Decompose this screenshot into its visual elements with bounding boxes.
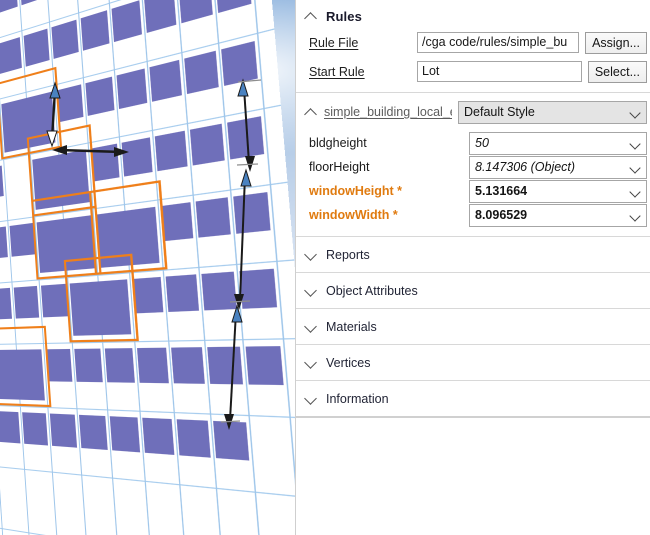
section-header-vertices[interactable]: Vertices <box>296 345 650 380</box>
start-rule-row: Start Rule Lot Select... <box>296 57 650 86</box>
section-title-object-attributes: Object Attributes <box>326 284 418 298</box>
attribute-dropdown-bldgheight[interactable]: 50 <box>469 132 647 155</box>
chevron-up-icon[interactable] <box>304 9 318 23</box>
section-title-reports: Reports <box>326 248 370 262</box>
style-dropdown-value: Default Style <box>464 105 535 119</box>
inspector-window: Rules Rule File /cga code/rules/simple_b… <box>0 0 650 535</box>
attribute-row: floorHeight 8.147306 (Object) <box>296 155 650 179</box>
chevron-down-icon <box>629 107 640 118</box>
style-dropdown[interactable]: Default Style <box>458 101 647 124</box>
select-button[interactable]: Select... <box>588 61 647 83</box>
rule-name-label[interactable]: simple_building_local_e <box>324 105 452 119</box>
section-title-materials: Materials <box>326 320 377 334</box>
building-facade[interactable] <box>0 0 295 535</box>
rule-style-row: simple_building_local_e Default Style <box>296 97 650 127</box>
chevron-down-icon <box>629 210 640 221</box>
attribute-dropdown-floorheight[interactable]: 8.147306 (Object) <box>469 156 647 179</box>
chevron-up-icon[interactable] <box>304 105 318 119</box>
rule-file-input[interactable]: /cga code/rules/simple_bu <box>417 32 579 53</box>
section-title-information: Information <box>326 392 389 406</box>
chevron-down-icon[interactable] <box>304 320 318 334</box>
attribute-row: windowWidth * 8.096529 <box>296 203 650 227</box>
attribute-value-text: 8.147306 (Object) <box>475 160 575 174</box>
3d-scene-viewport[interactable] <box>0 0 295 535</box>
start-rule-input[interactable]: Lot <box>417 61 582 82</box>
attribute-dropdown-windowheight[interactable]: 5.131664 <box>469 180 647 203</box>
section-header-information[interactable]: Information <box>296 381 650 416</box>
attribute-value-cell: 50 <box>469 132 647 155</box>
attribute-name-windowwidth: windowWidth * <box>309 208 469 222</box>
attribute-value-text: 50 <box>475 136 489 150</box>
spacer <box>296 227 650 236</box>
attribute-value-cell: 8.147306 (Object) <box>469 156 647 179</box>
section-title-vertices: Vertices <box>326 356 370 370</box>
attribute-row: bldgheight 50 <box>296 131 650 155</box>
attribute-name-floorheight: floorHeight <box>309 160 469 174</box>
attribute-name-bldgheight: bldgheight <box>309 136 469 150</box>
attribute-value-cell: 5.131664 <box>469 180 647 203</box>
inspector-panel: Rules Rule File /cga code/rules/simple_b… <box>295 0 650 535</box>
chevron-down-icon[interactable] <box>304 248 318 262</box>
section-header-object-attributes[interactable]: Object Attributes <box>296 273 650 308</box>
attribute-dropdown-windowwidth[interactable]: 8.096529 <box>469 204 647 227</box>
attribute-name-windowheight: windowHeight * <box>309 184 469 198</box>
chevron-down-icon[interactable] <box>304 356 318 370</box>
attribute-value-cell: 8.096529 <box>469 204 647 227</box>
attribute-value-text: 8.096529 <box>475 208 527 222</box>
section-header-materials[interactable]: Materials <box>296 309 650 344</box>
chevron-down-icon[interactable] <box>304 392 318 406</box>
chevron-down-icon <box>629 138 640 149</box>
rule-file-label[interactable]: Rule File <box>309 36 417 50</box>
section-title-rules: Rules <box>326 9 362 24</box>
chevron-down-icon <box>629 186 640 197</box>
chevron-down-icon <box>629 162 640 173</box>
attribute-row: windowHeight * 5.131664 <box>296 179 650 203</box>
section-header-rules[interactable]: Rules <box>296 0 650 28</box>
assign-button[interactable]: Assign... <box>585 32 647 54</box>
divider <box>296 416 650 418</box>
start-rule-label[interactable]: Start Rule <box>309 65 417 79</box>
chevron-down-icon[interactable] <box>304 284 318 298</box>
rule-file-row: Rule File /cga code/rules/simple_bu Assi… <box>296 28 650 57</box>
section-header-reports[interactable]: Reports <box>296 237 650 272</box>
attribute-value-text: 5.131664 <box>475 184 527 198</box>
